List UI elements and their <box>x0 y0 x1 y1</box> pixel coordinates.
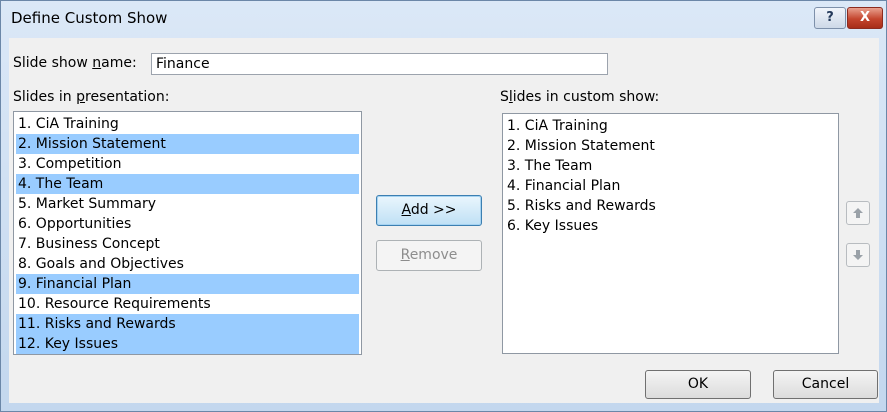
presentation-list-item[interactable]: 2. Mission Statement <box>16 134 359 154</box>
presentation-list-item[interactable]: 10. Resource Requirements <box>16 294 359 314</box>
slide-show-name-label: Slide show name: <box>13 55 137 71</box>
custom-show-list-item[interactable]: 3. The Team <box>505 156 836 176</box>
help-icon: ? <box>826 10 834 25</box>
cancel-button[interactable]: Cancel <box>773 370 878 399</box>
presentation-list-item[interactable]: 9. Financial Plan <box>16 274 359 294</box>
dialog-body: Slide show name: Slides in presentation:… <box>9 38 879 403</box>
move-down-button[interactable] <box>846 243 870 267</box>
slide-show-name-input[interactable] <box>151 53 608 75</box>
presentation-list-item[interactable]: 11. Risks and Rewards <box>16 314 359 334</box>
arrow-down-icon <box>853 250 863 260</box>
custom-show-list-item[interactable]: 4. Financial Plan <box>505 176 836 196</box>
presentation-list-item[interactable]: 1. CiA Training <box>16 114 359 134</box>
custom-show-list-item[interactable]: 5. Risks and Rewards <box>505 196 836 216</box>
presentation-list-item[interactable]: 3. Competition <box>16 154 359 174</box>
presentation-list-item[interactable]: 6. Opportunities <box>16 214 359 234</box>
custom-show-list-item[interactable]: 1. CiA Training <box>505 116 836 136</box>
presentation-list-item[interactable]: 5. Market Summary <box>16 194 359 214</box>
move-up-button[interactable] <box>846 201 870 225</box>
arrow-up-icon <box>853 208 863 218</box>
presentation-list-item[interactable]: 8. Goals and Objectives <box>16 254 359 274</box>
close-icon: X <box>859 10 871 25</box>
title-bar[interactable]: Define Custom Show ? X <box>1 1 886 35</box>
presentation-list-item[interactable]: 7. Business Concept <box>16 234 359 254</box>
slides-in-presentation-list[interactable]: 1. CiA Training 2. Mission Statement 3. Co… <box>13 111 362 355</box>
dialog-title: Define Custom Show <box>11 9 168 27</box>
define-custom-show-dialog: Define Custom Show ? X Slide show name: … <box>0 0 887 412</box>
custom-show-list-item[interactable]: 2. Mission Statement <box>505 136 836 156</box>
slides-in-presentation-label: Slides in presentation: <box>13 89 170 105</box>
help-button[interactable]: ? <box>814 7 846 29</box>
remove-button[interactable]: Remove <box>376 240 482 271</box>
custom-show-list-item[interactable]: 6. Key Issues <box>505 216 836 236</box>
presentation-list-item[interactable]: 12. Key Issues <box>16 334 359 354</box>
ok-button[interactable]: OK <box>645 370 751 399</box>
close-button[interactable]: X <box>847 7 883 29</box>
slides-in-custom-show-label: Slides in custom show: <box>500 89 660 105</box>
slides-in-custom-show-list[interactable]: 1. CiA Training 2. Mission Statement 3. Th… <box>502 113 839 354</box>
add-button[interactable]: Add >> <box>376 195 482 226</box>
presentation-list-item[interactable]: 4. The Team <box>16 174 359 194</box>
